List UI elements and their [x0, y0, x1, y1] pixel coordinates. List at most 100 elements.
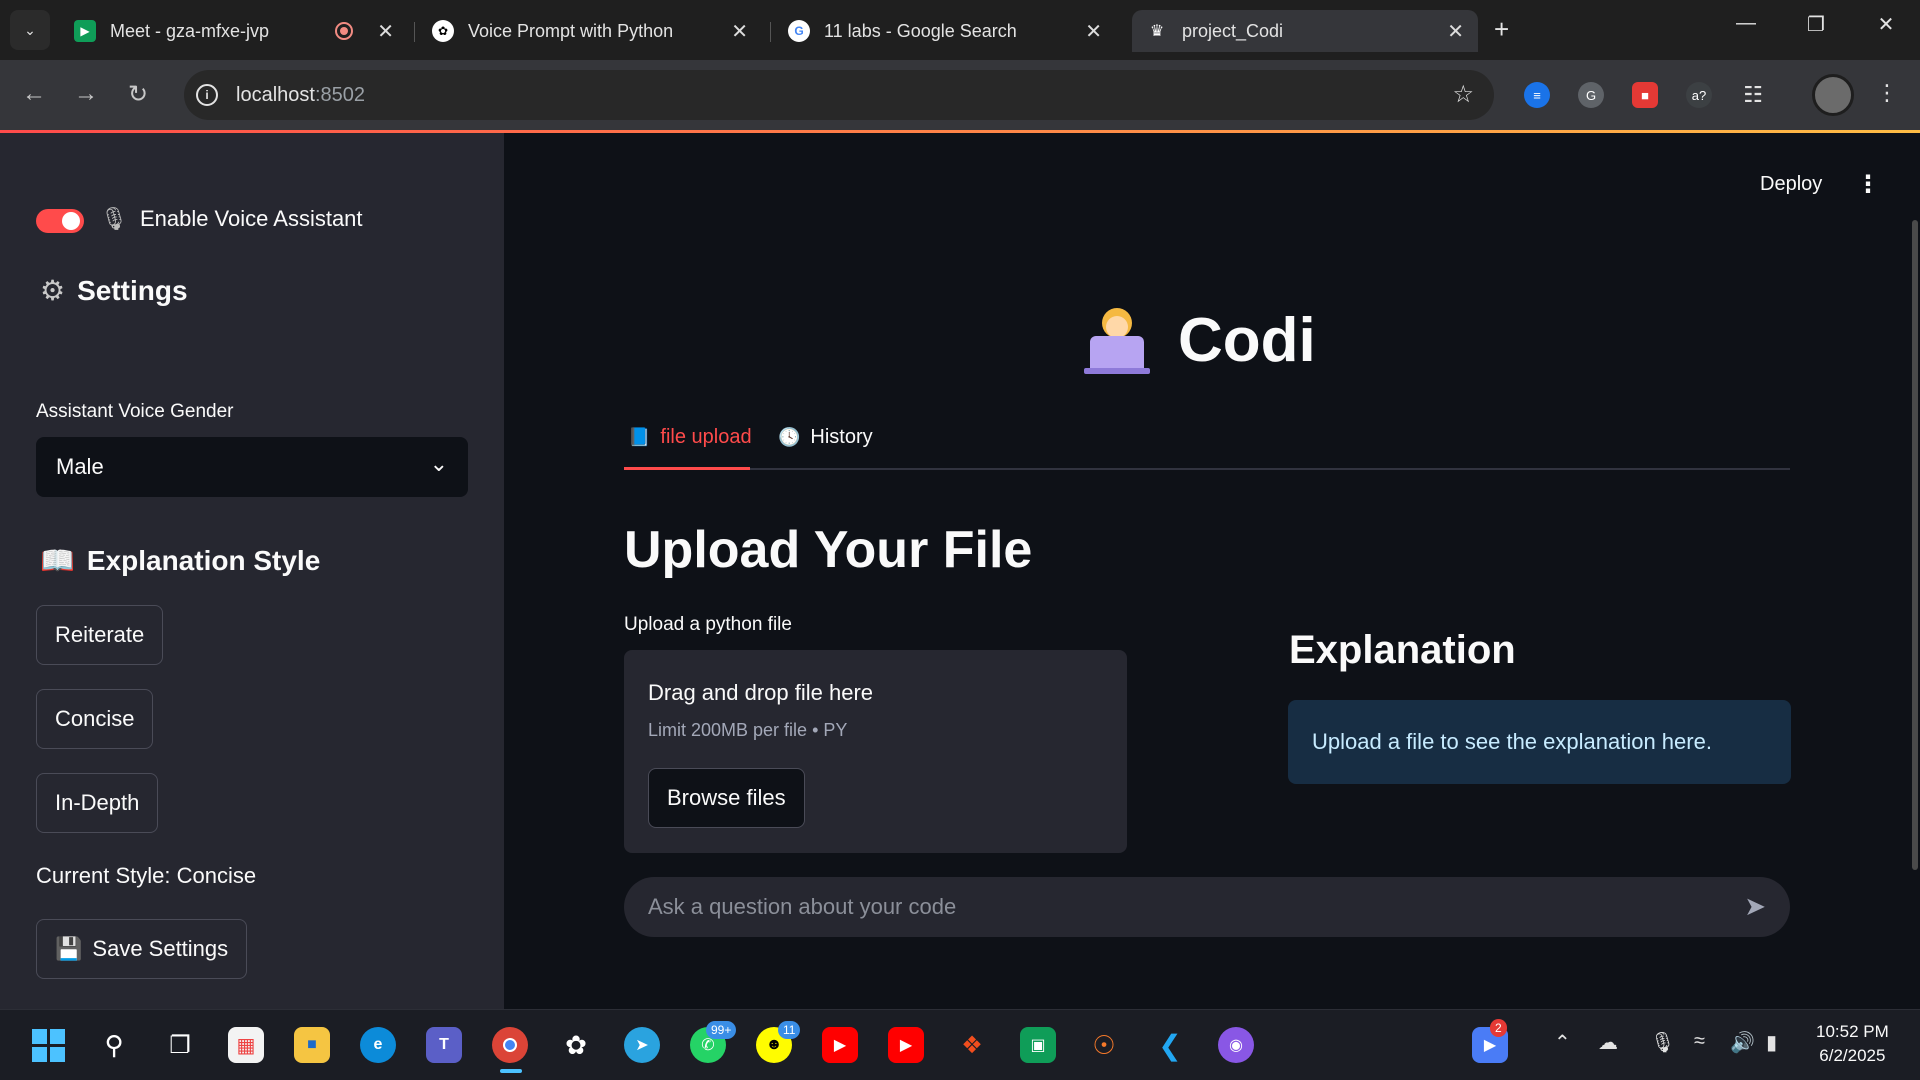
reiterate-button[interactable]: Reiterate	[36, 605, 164, 665]
vscode-icon[interactable]: ❮	[1152, 1027, 1188, 1063]
snapchat-badge: 11	[778, 1021, 801, 1039]
forward-arrow-icon[interactable]: →	[74, 80, 98, 108]
save-settings-button[interactable]: 💾 Save Settings	[36, 919, 248, 979]
active-tab-underline	[624, 467, 750, 470]
concise-button[interactable]: Concise	[36, 689, 154, 749]
figma-icon[interactable]: ❖	[954, 1027, 990, 1063]
minimize-window-icon[interactable]: —	[1716, 12, 1776, 35]
google-meet-icon: ▶	[74, 20, 96, 42]
restore-window-icon[interactable]: ❐	[1786, 12, 1846, 37]
clock-icon: 🕓	[778, 427, 801, 447]
tab-divider	[770, 22, 771, 42]
address-bar[interactable]: i localhost:8502 ☆	[184, 70, 1494, 120]
battery-icon[interactable]: ▮	[1766, 1030, 1777, 1055]
site-info-icon[interactable]: i	[196, 84, 218, 106]
browser-tab-meet[interactable]: ▶ Meet - gza-mfxe-jvp ✕	[60, 10, 408, 52]
blue-book-icon: 📘	[628, 427, 651, 447]
extension-icon[interactable]: ≡	[1524, 82, 1550, 108]
chatgpt-icon[interactable]: ✿	[558, 1027, 594, 1063]
puzzle-extensions-icon[interactable]: ☷	[1740, 82, 1766, 108]
youtube-music-icon[interactable]: ▶	[888, 1027, 924, 1063]
technologist-emoji-icon	[1082, 306, 1152, 376]
blender-icon[interactable]: ☉	[1086, 1027, 1122, 1063]
explanation-heading: Explanation	[1289, 628, 1516, 672]
grammarly-icon[interactable]: G	[1578, 82, 1604, 108]
microphone-icon: 🎙	[100, 206, 128, 231]
back-arrow-icon[interactable]: ←	[22, 80, 46, 108]
edge-icon[interactable]: e	[360, 1027, 396, 1063]
browser-menu-icon[interactable]: ⋮	[1876, 80, 1898, 106]
windows-start-icon[interactable]	[30, 1027, 66, 1063]
voice-assistant-toggle[interactable]	[36, 209, 84, 233]
microphone-icon[interactable]: 🎙	[1650, 1030, 1675, 1055]
open-book-icon: 📖	[40, 545, 75, 576]
active-app-indicator	[500, 1069, 522, 1073]
teams-icon[interactable]: T	[426, 1027, 462, 1063]
gear-icon: ⚙	[40, 275, 66, 306]
file-dropzone[interactable]: Drag and drop file here Limit 200MB per …	[624, 650, 1127, 853]
main-menu-icon[interactable]: ⋮	[1856, 170, 1880, 199]
task-view-icon[interactable]: ❐	[162, 1027, 198, 1063]
dropzone-title: Drag and drop file here	[648, 680, 874, 705]
system-clock[interactable]: 10:52 PM 6/2/2025	[1816, 1020, 1889, 1068]
telegram-icon[interactable]: ➤	[624, 1027, 660, 1063]
chrome-icon[interactable]	[492, 1027, 528, 1063]
voice-gender-select[interactable]: Male ⌄	[36, 437, 468, 497]
tab-history[interactable]: 🕓 History	[778, 426, 873, 449]
search-icon[interactable]: ⚲	[96, 1027, 132, 1063]
browse-files-button[interactable]: Browse files	[648, 768, 805, 828]
url-text: localhost:8502	[236, 83, 365, 106]
recording-icon	[335, 22, 354, 40]
close-window-icon[interactable]: ✕	[1856, 12, 1916, 37]
google-classroom-icon[interactable]: ▣	[1020, 1027, 1056, 1063]
wifi-icon[interactable]: ≈	[1694, 1030, 1705, 1053]
explanation-info-box: Upload a file to see the explanation her…	[1288, 700, 1791, 784]
dropzone-limit: Limit 200MB per file • PY	[648, 720, 848, 740]
volume-icon[interactable]: 🔊	[1730, 1030, 1755, 1055]
chat-placeholder: Ask a question about your code	[648, 894, 957, 919]
voice-toggle-label: 🎙 Enable Voice Assistant	[100, 206, 363, 231]
file-explorer-icon[interactable]: ■	[294, 1027, 330, 1063]
extension-question-icon[interactable]: a?	[1686, 82, 1712, 108]
browser-tab-voice-prompt[interactable]: ✿ Voice Prompt with Python ✕	[418, 10, 762, 52]
close-tab-icon[interactable]: ✕	[1447, 19, 1464, 44]
explanation-style-heading: 📖 Explanation Style	[40, 544, 321, 577]
upload-heading: Upload Your File	[624, 521, 1033, 579]
chevron-down-icon: ⌄	[24, 21, 36, 38]
whatsapp-badge: 99+	[706, 1021, 737, 1039]
zoom-badge: 2	[1490, 1019, 1507, 1037]
tab-search-button[interactable]: ⌄	[10, 10, 50, 50]
app-title: Codi	[1082, 305, 1316, 376]
close-tab-icon[interactable]: ✕	[731, 19, 748, 44]
chatgpt-icon: ✿	[432, 20, 454, 42]
settings-heading: ⚙ Settings	[40, 274, 188, 307]
chat-input[interactable]: Ask a question about your code ➤	[624, 877, 1790, 937]
gender-label: Assistant Voice Gender	[36, 401, 234, 422]
github-icon[interactable]: ◉	[1218, 1027, 1254, 1063]
send-icon[interactable]: ➤	[1744, 891, 1766, 922]
toggle-knob	[62, 212, 80, 230]
deploy-button[interactable]: Deploy	[1760, 173, 1822, 196]
youtube-icon[interactable]: ▶	[822, 1027, 858, 1063]
show-hidden-icons-icon[interactable]: ⌃	[1554, 1030, 1571, 1055]
reload-icon[interactable]: ↻	[128, 80, 148, 109]
new-tab-button[interactable]: +	[1494, 14, 1509, 45]
main-tabs: 📘 file upload 🕓 History	[624, 420, 1790, 470]
tab-file-upload[interactable]: 📘 file upload	[628, 426, 752, 449]
onedrive-error-icon[interactable]: ☁	[1598, 1030, 1618, 1055]
current-style-text: Current Style: Concise	[36, 863, 257, 888]
scrollbar[interactable]	[1912, 220, 1918, 870]
crown-icon: ♛	[1149, 23, 1165, 40]
browser-tab-google-search[interactable]: G 11 labs - Google Search ✕	[774, 10, 1116, 52]
extension-red-icon[interactable]: ■	[1632, 82, 1658, 108]
profile-avatar[interactable]	[1812, 74, 1854, 116]
browser-tab-project-codi[interactable]: ♛ project_Codi ✕	[1132, 10, 1478, 52]
close-tab-icon[interactable]: ✕	[377, 19, 394, 44]
google-icon: G	[788, 20, 810, 42]
microsoft-store-icon[interactable]: ▦	[228, 1027, 264, 1063]
uploader-label: Upload a python file	[624, 614, 792, 635]
in-depth-button[interactable]: In-Depth	[36, 773, 159, 833]
close-tab-icon[interactable]: ✕	[1085, 19, 1102, 44]
bookmark-star-icon[interactable]: ☆	[1452, 80, 1474, 109]
floppy-disk-icon: 💾	[55, 936, 83, 961]
